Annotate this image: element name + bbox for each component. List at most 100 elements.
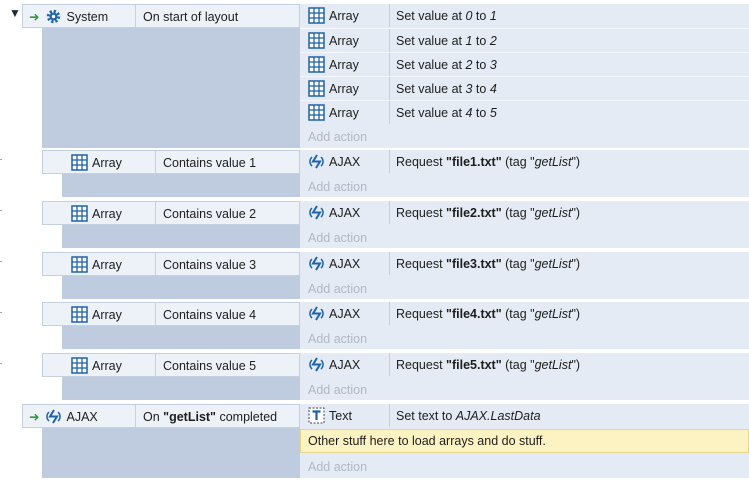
action-object[interactable]: AJAX: [300, 353, 390, 376]
action-text[interactable]: Set value at 1 to 2: [390, 29, 749, 52]
condition-object[interactable]: ➜ AJAX: [23, 405, 136, 428]
sub-event[interactable]: Array Contains value 5 AJAX Request "fil…: [42, 353, 749, 400]
action-object[interactable]: AJAX: [300, 302, 390, 325]
sub-event[interactable]: Array Contains value 2 AJAX Request "fil…: [42, 201, 749, 248]
action-object-name: Array: [329, 105, 359, 120]
action-param-index: 3: [465, 81, 473, 96]
array-grid-icon: [71, 306, 88, 323]
condition-row[interactable]: Array Contains value 2: [42, 201, 300, 225]
action-text[interactable]: Set value at 4 to 5: [390, 101, 749, 124]
action-tag-post: "): [571, 205, 581, 220]
add-action-link[interactable]: Add action: [308, 226, 367, 249]
condition-text[interactable]: On "getList" completed: [136, 405, 299, 428]
action-text[interactable]: Set value at 3 to 4: [390, 77, 749, 100]
comment[interactable]: Other stuff here to load arrays and do s…: [300, 429, 749, 453]
action-text-mid: to: [472, 8, 490, 23]
add-action-link[interactable]: Add action: [308, 125, 367, 148]
action-text[interactable]: Set text to AJAX.LastData: [390, 404, 749, 427]
action-text-mid: to: [472, 33, 490, 48]
action-text[interactable]: Set value at 2 to 3: [390, 53, 749, 76]
condition-object[interactable]: ➜ System: [23, 5, 136, 28]
condition-tag: "getList": [163, 409, 216, 424]
action-row[interactable]: Array Set value at 4 to 5: [300, 100, 749, 124]
condition-object[interactable]: Array: [43, 151, 156, 174]
add-action-link[interactable]: Add action: [308, 455, 367, 478]
sub-event[interactable]: Array Contains value 4 AJAX Request "fil…: [42, 302, 749, 349]
condition-text[interactable]: Contains value 2: [156, 202, 299, 225]
add-action-link[interactable]: Add action: [308, 327, 367, 350]
condition-row[interactable]: Array Contains value 3: [42, 252, 300, 276]
action-row[interactable]: Array Set value at 0 to 1: [300, 4, 749, 28]
add-action-link[interactable]: Add action: [308, 378, 367, 401]
action-text[interactable]: Set value at 0 to 1: [390, 4, 749, 27]
action-object[interactable]: AJAX: [300, 252, 390, 275]
condition-text[interactable]: Contains value 4: [156, 303, 299, 326]
condition-text[interactable]: Contains value 1: [156, 151, 299, 174]
sub-event[interactable]: Array Contains value 1 AJAX Request "fil…: [42, 150, 749, 197]
action-tag: getList: [534, 205, 572, 220]
action-row[interactable]: Array Set value at 2 to 3: [300, 52, 749, 76]
action-text[interactable]: Request "file2.txt" (tag " getList "): [390, 201, 749, 224]
actions-block: AJAX Request "file1.txt" (tag " getList ")…: [300, 150, 749, 197]
action-object[interactable]: Array: [300, 4, 390, 27]
margin-tick: [0, 312, 2, 313]
action-row[interactable]: AJAX Request "file5.txt" (tag " getList "): [300, 353, 749, 377]
action-param-index: 4: [465, 105, 473, 120]
add-action-link[interactable]: Add action: [308, 277, 367, 300]
event-ajax[interactable]: ➜ AJAX On "getList" completed Text Set t…: [22, 404, 749, 478]
action-param-index: 1: [465, 33, 473, 48]
action-object[interactable]: Text: [300, 404, 390, 427]
action-row[interactable]: Array Set value at 3 to 4: [300, 76, 749, 100]
action-object-name: AJAX: [329, 256, 361, 271]
action-tag-pre: (tag ": [501, 357, 535, 372]
condition-object[interactable]: Array: [43, 253, 156, 276]
action-param-value: 5: [489, 105, 497, 120]
condition-object[interactable]: Array: [43, 202, 156, 225]
condition-row[interactable]: ➜ AJAX On "getList" completed: [22, 404, 300, 428]
action-row[interactable]: AJAX Request "file1.txt" (tag " getList "): [300, 150, 749, 174]
actions-block: AJAX Request "file5.txt" (tag " getList ")…: [300, 353, 749, 400]
action-text[interactable]: Request "file4.txt" (tag " getList "): [390, 302, 749, 325]
collapse-triangle-icon[interactable]: ▼: [9, 6, 21, 20]
action-object[interactable]: AJAX: [300, 150, 390, 173]
condition-row[interactable]: Array Contains value 5: [42, 353, 300, 377]
action-object[interactable]: Array: [300, 29, 390, 52]
action-object-name: Array: [329, 57, 359, 72]
array-grid-icon: [308, 7, 325, 24]
action-row[interactable]: Array Set value at 1 to 2: [300, 28, 749, 52]
sub-event[interactable]: Array Contains value 3 AJAX Request "fil…: [42, 252, 749, 299]
action-tag-post: "): [571, 357, 581, 372]
action-object[interactable]: Array: [300, 77, 390, 100]
condition-object-name: Array: [92, 307, 122, 322]
action-object[interactable]: Array: [300, 101, 390, 124]
action-object-name: Array: [329, 8, 359, 23]
add-action-link[interactable]: Add action: [308, 175, 367, 198]
action-tag-pre: (tag ": [501, 154, 535, 169]
action-text[interactable]: Request "file3.txt" (tag " getList "): [390, 252, 749, 275]
action-row[interactable]: AJAX Request "file4.txt" (tag " getList "): [300, 302, 749, 326]
condition-text[interactable]: On start of layout: [136, 5, 299, 28]
action-object[interactable]: AJAX: [300, 201, 390, 224]
event-system[interactable]: ➜ System On start of layout Array Set va…: [22, 4, 749, 148]
action-text[interactable]: Request "file1.txt" (tag " getList "): [390, 150, 749, 173]
action-tag-pre: (tag ": [501, 306, 535, 321]
action-object-name: AJAX: [329, 306, 361, 321]
condition-object[interactable]: Array: [43, 303, 156, 326]
condition-row[interactable]: Array Contains value 4: [42, 302, 300, 326]
margin-tick: [0, 159, 2, 160]
trigger-arrow-icon: ➜: [29, 410, 40, 424]
action-row[interactable]: AJAX Request "file3.txt" (tag " getList "): [300, 252, 749, 276]
action-object[interactable]: Array: [300, 53, 390, 76]
action-row[interactable]: AJAX Request "file2.txt" (tag " getList "): [300, 201, 749, 225]
condition-row[interactable]: Array Contains value 1: [42, 150, 300, 174]
action-row[interactable]: Text Set text to AJAX.LastData: [300, 404, 749, 428]
condition-text[interactable]: Contains value 3: [156, 253, 299, 276]
actions-block: AJAX Request "file3.txt" (tag " getList ")…: [300, 252, 749, 299]
action-param-index: 0: [465, 8, 473, 23]
condition-object[interactable]: Array: [43, 354, 156, 377]
condition-row[interactable]: ➜ System On start of layout: [22, 4, 300, 28]
actions-block: Text Set text to AJAX.LastData Other stu…: [300, 404, 749, 478]
action-text[interactable]: Request "file5.txt" (tag " getList "): [390, 353, 749, 376]
condition-text[interactable]: Contains value 5: [156, 354, 299, 377]
action-param-index: 2: [465, 57, 473, 72]
